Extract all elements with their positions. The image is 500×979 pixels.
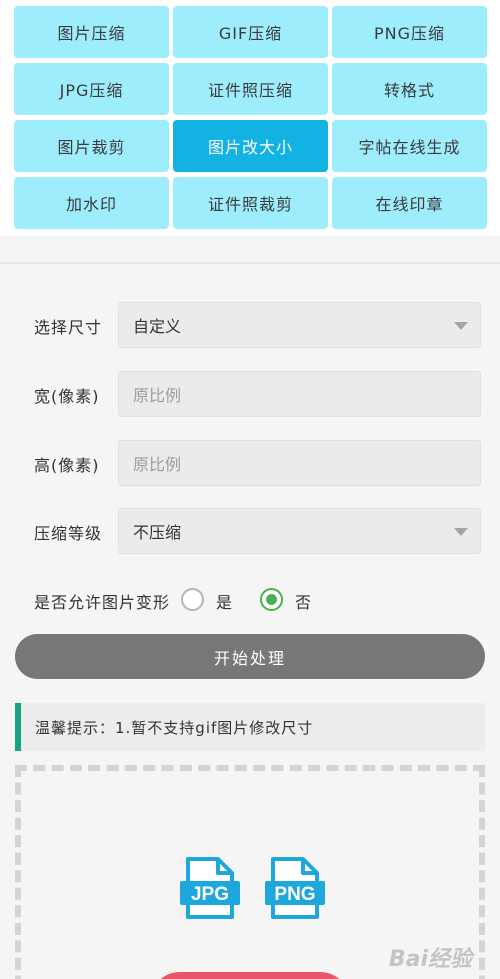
png-file-icon-label: PNG: [274, 884, 315, 905]
width-input[interactable]: 原比例: [118, 371, 481, 417]
chevron-down-icon: [454, 528, 468, 536]
tool-grid: 图片压缩 GIF压缩 PNG压缩 JPG压缩 证件照压缩 转格式 图片裁剪 图片…: [0, 0, 500, 236]
jpg-file-icon-label: JPG: [191, 884, 229, 905]
height-input-placeholder: 原比例: [133, 455, 182, 474]
deform-label: 是否允许图片变形: [34, 593, 171, 612]
tool-image-crop[interactable]: 图片裁剪: [14, 120, 169, 172]
width-input-placeholder: 原比例: [133, 386, 182, 405]
tool-watermark[interactable]: 加水印: [14, 177, 169, 229]
height-input[interactable]: 原比例: [118, 440, 481, 486]
size-label: 选择尺寸: [34, 318, 103, 337]
deform-no-label: 否: [295, 593, 313, 612]
tool-id-photo-compress[interactable]: 证件照压缩: [173, 63, 328, 115]
deform-yes-radio[interactable]: [181, 588, 204, 611]
size-select-value: 自定义: [133, 317, 182, 336]
start-button[interactable]: 开始处理: [15, 634, 485, 679]
size-select[interactable]: 自定义: [118, 302, 481, 348]
tool-image-resize[interactable]: 图片改大小: [173, 120, 328, 172]
jpg-file-icon: JPG: [180, 857, 240, 919]
compression-select[interactable]: 不压缩: [118, 508, 481, 554]
chevron-down-icon: [454, 322, 468, 330]
png-file-icon: PNG: [265, 857, 325, 919]
width-label: 宽(像素): [34, 387, 100, 406]
section-divider: [0, 262, 500, 264]
tool-convert-format[interactable]: 转格式: [332, 63, 487, 115]
tool-copybook-generator[interactable]: 字帖在线生成: [332, 120, 487, 172]
tool-gif-compress[interactable]: GIF压缩: [173, 6, 328, 58]
tool-id-photo-crop[interactable]: 证件照裁剪: [173, 177, 328, 229]
tool-online-seal[interactable]: 在线印章: [332, 177, 487, 229]
compression-select-value: 不压缩: [133, 523, 182, 542]
tool-image-compress[interactable]: 图片压缩: [14, 6, 169, 58]
tool-png-compress[interactable]: PNG压缩: [332, 6, 487, 58]
compression-label: 压缩等级: [34, 524, 103, 543]
tool-jpg-compress[interactable]: JPG压缩: [14, 63, 169, 115]
tip-banner: 温馨提示：1.暂不支持gif图片修改尺寸: [15, 703, 485, 751]
watermark: Bai经验: [388, 947, 472, 972]
bottom-button-partial[interactable]: [150, 972, 350, 979]
deform-yes-label: 是: [216, 593, 234, 612]
deform-no-radio[interactable]: [260, 588, 283, 611]
height-label: 高(像素): [34, 456, 100, 475]
